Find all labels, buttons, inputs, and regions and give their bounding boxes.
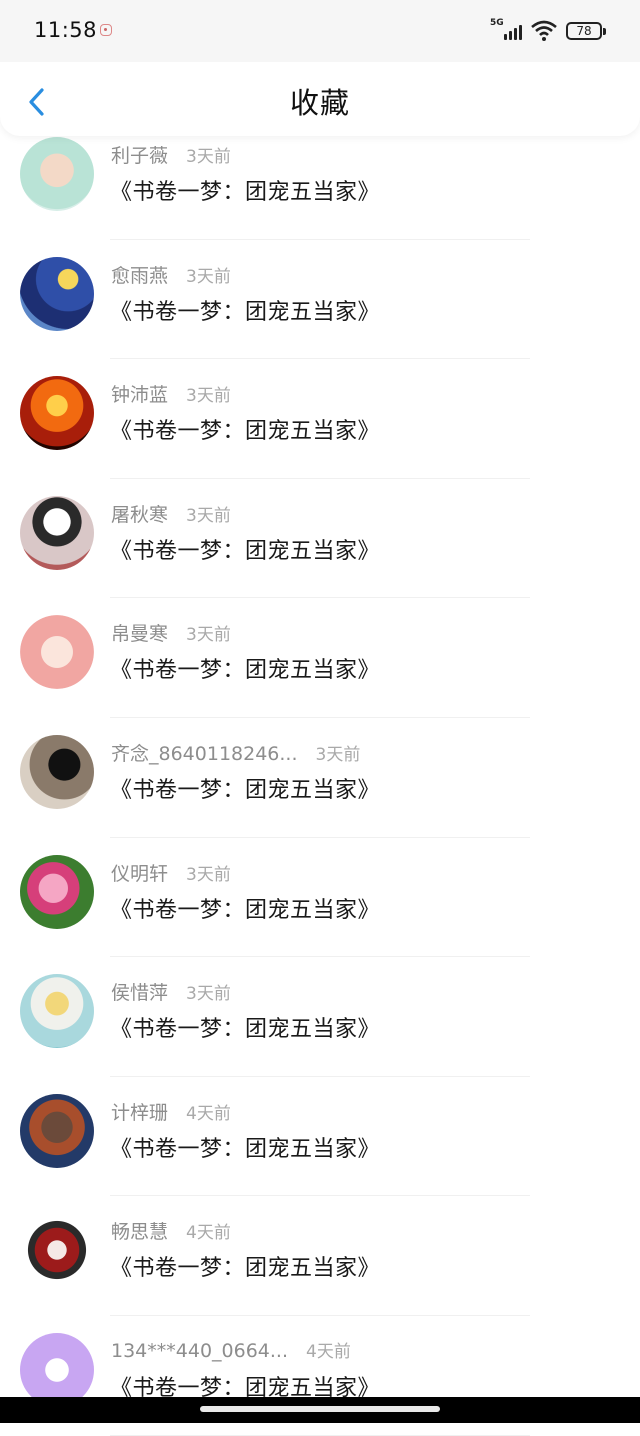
user-name-text: 计梓珊 (111, 1101, 169, 1124)
avatar[interactable] (20, 137, 94, 211)
book-title[interactable]: 《书卷一梦：团宠五当家》 (110, 652, 380, 684)
list-item[interactable]: 钟沛蓝 3天前《书卷一梦：团宠五当家》 (0, 359, 640, 479)
divider (110, 1434, 530, 1436)
status-time: 11:58 (34, 18, 98, 42)
avatar[interactable] (20, 854, 94, 929)
signal-bar (504, 34, 507, 40)
list-item[interactable]: 畅思慧 4天前《书卷一梦：团宠五当家》 (0, 1196, 640, 1316)
favorites-list: 利子薇 3天前 《书卷一梦：团宠五当家》 愈雨燕 3天前 《书卷一梦：团宠五当家》 钟沛蓝 3… (0, 120, 640, 1436)
timestamp: 3天前 (186, 984, 231, 1005)
user-name: 侯惜萍 3天前 (111, 978, 231, 1005)
home-indicator[interactable] (200, 1406, 440, 1412)
user-name-text: 侯惜萍 (111, 982, 169, 1005)
user-name-text: 畅思慧 (111, 1221, 169, 1244)
user-name-text: 帛曼寒 (111, 623, 169, 646)
wifi-icon (531, 20, 557, 41)
book-title[interactable]: 《书卷一梦：团宠五当家》 (110, 1131, 380, 1163)
user-name-text: 仪明轩 (111, 862, 169, 885)
notification-icon (100, 24, 112, 36)
cellular-signal-icon: 5G (490, 18, 526, 42)
timestamp: 3天前 (186, 864, 231, 885)
list-item[interactable]: 利子薇 3天前《书卷一梦：团宠五当家》 (0, 120, 640, 240)
user-name: 屠秋寒 3天前 (111, 500, 231, 527)
timestamp: 3天前 (186, 625, 231, 646)
user-name-text: 钟沛蓝 (111, 384, 169, 407)
book-title[interactable]: 《书卷一梦：团宠五当家》 (110, 174, 380, 206)
book-title[interactable]: 《书卷一梦：团宠五当家》 (110, 772, 380, 804)
timestamp: 3天前 (186, 266, 231, 287)
timestamp: 3天前 (186, 147, 231, 167)
user-name: 钟沛蓝 3天前 (111, 380, 231, 407)
book-title[interactable]: 《书卷一梦：团宠五当家》 (110, 294, 380, 326)
avatar[interactable] (20, 495, 94, 570)
book-title[interactable]: 《书卷一梦：团宠五当家》 (110, 533, 380, 565)
user-name: 愈雨燕 3天前 (111, 261, 231, 288)
timestamp: 3天前 (186, 386, 231, 407)
navigation-bar (0, 1397, 640, 1423)
avatar[interactable] (20, 1093, 94, 1168)
user-name-text: 利子薇 (111, 145, 169, 167)
status-bar: 11:58 5G 78 (0, 0, 640, 62)
book-title[interactable]: 《书卷一梦：团宠五当家》 (110, 413, 380, 445)
timestamp: 3天前 (186, 505, 231, 526)
user-name: 134***440_0664... 4天前 (111, 1337, 351, 1362)
user-name-text: 齐念_8640118246... (111, 742, 298, 765)
user-name: 仪明轩 3天前 (111, 859, 231, 886)
user-name: 计梓珊 4天前 (111, 1098, 231, 1125)
signal-bar (509, 31, 512, 40)
user-name: 帛曼寒 3天前 (111, 619, 231, 646)
user-name-text: 愈雨燕 (111, 264, 169, 287)
avatar[interactable] (20, 376, 94, 451)
timestamp: 4天前 (186, 1223, 231, 1244)
user-name-text: 屠秋寒 (111, 503, 169, 526)
user-name-text: 134***440_0664... (111, 1339, 289, 1362)
book-title[interactable]: 《书卷一梦：团宠五当家》 (110, 892, 380, 924)
signal-bar (514, 28, 517, 40)
list-item[interactable]: 帛曼寒 3天前《书卷一梦：团宠五当家》 (0, 598, 640, 718)
timestamp: 3天前 (315, 744, 361, 765)
list-item[interactable]: 仪明轩 3天前《书卷一梦：团宠五当家》 (0, 838, 640, 958)
book-title[interactable]: 《书卷一梦：团宠五当家》 (110, 1250, 380, 1282)
avatar[interactable] (20, 615, 94, 690)
list-item[interactable]: 侯惜萍 3天前《书卷一梦：团宠五当家》 (0, 957, 640, 1077)
avatar[interactable] (20, 1213, 94, 1288)
network-type: 5G (490, 18, 504, 28)
avatar[interactable] (20, 734, 94, 809)
timestamp: 4天前 (186, 1103, 231, 1124)
list-item[interactable]: 齐念_8640118246... 3天前《书卷一梦：团宠五当家》 (0, 718, 640, 838)
avatar[interactable] (20, 974, 94, 1049)
list-item[interactable]: 屠秋寒 3天前《书卷一梦：团宠五当家》 (0, 479, 640, 599)
top-bar: 收藏 (0, 62, 640, 136)
user-name: 利子薇 3天前 (111, 141, 231, 168)
signal-bar (519, 25, 522, 40)
page-title: 收藏 (289, 86, 350, 120)
avatar[interactable] (20, 256, 94, 331)
book-title[interactable]: 《书卷一梦：团宠五当家》 (110, 1011, 380, 1043)
avatar[interactable] (20, 1332, 94, 1407)
timestamp: 4天前 (306, 1341, 351, 1362)
battery-icon: 78 (566, 22, 606, 40)
list-item[interactable]: 愈雨燕 3天前《书卷一梦：团宠五当家》 (0, 240, 640, 360)
list-item[interactable]: 计梓珊 4天前《书卷一梦：团宠五当家》 (0, 1077, 640, 1197)
user-name: 齐念_8640118246... 3天前 (111, 739, 360, 766)
user-name: 畅思慧 4天前 (111, 1217, 231, 1244)
